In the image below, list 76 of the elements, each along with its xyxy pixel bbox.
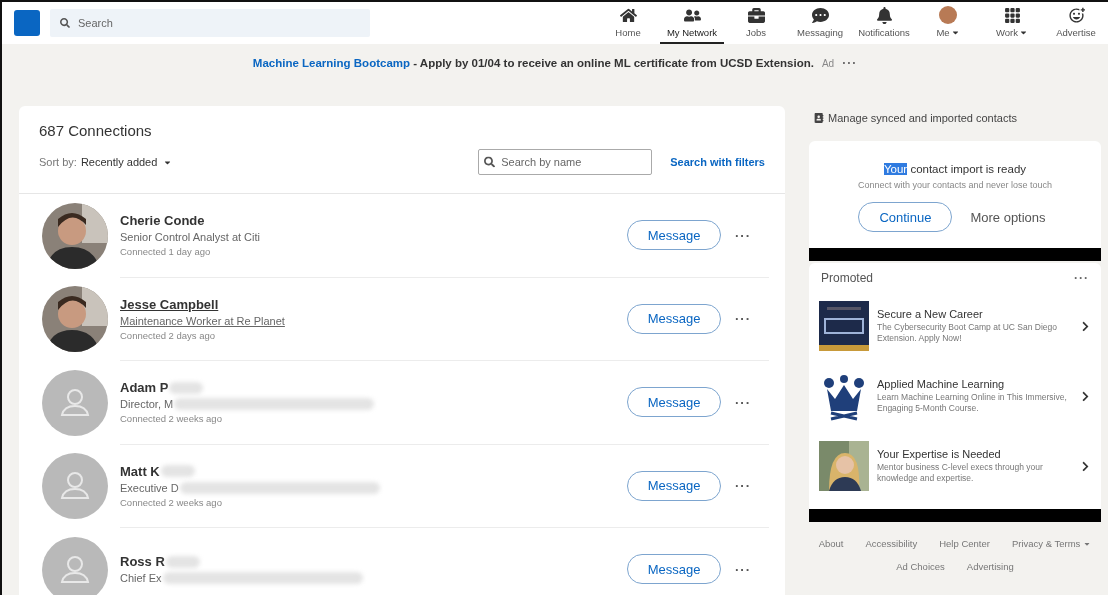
chevron-right-icon[interactable] xyxy=(1080,460,1091,472)
message-button[interactable]: Message xyxy=(627,303,721,334)
search-icon xyxy=(60,18,70,28)
footer-link[interactable]: Ad Choices xyxy=(896,561,945,572)
connected-time: Connected 2 days ago xyxy=(120,329,217,341)
name-search-field[interactable]: Search by name xyxy=(478,149,653,175)
nav-item[interactable]: Notifications xyxy=(852,2,916,44)
footer-link[interactable]: Accessibility xyxy=(865,538,918,549)
more-button[interactable]: ··· xyxy=(735,394,751,410)
connected-time: Connected 1 day ago xyxy=(120,246,212,258)
connection-name[interactable]: Matt K xyxy=(120,463,160,479)
footer-link[interactable]: Privacy & Terms xyxy=(1011,538,1092,549)
connected-time: Connected 2 weeks ago xyxy=(120,496,223,508)
promo-title[interactable]: Your Expertise is Needed xyxy=(877,447,1072,460)
connection-headline: Maintenance Worker at Re Planet xyxy=(120,314,285,327)
connection-headline: Director, M xyxy=(120,398,174,411)
promo-title[interactable]: Secure a New Career xyxy=(877,307,1072,320)
default-avatar-icon xyxy=(42,453,108,520)
more-button[interactable]: ··· xyxy=(735,227,751,243)
connection-headline: Chief Ex xyxy=(120,572,162,585)
grid-icon xyxy=(1003,6,1021,24)
nav-item[interactable]: Home xyxy=(596,2,660,44)
message-button[interactable]: Message xyxy=(627,470,721,501)
promo-description: Learn Machine Learning Online in This Immersive, Engaging 5-Month Course. xyxy=(877,391,1068,415)
search-icon xyxy=(484,156,496,168)
default-avatar-icon xyxy=(42,536,108,595)
connections-title: 687 Connections xyxy=(39,122,153,139)
chevron-right-icon[interactable] xyxy=(1080,320,1091,332)
message-button[interactable]: Message xyxy=(627,554,721,585)
ad-label: Ad xyxy=(821,57,835,69)
default-avatar-icon xyxy=(42,369,108,436)
footer-link[interactable]: About xyxy=(818,538,844,549)
search-filters-link[interactable]: Search with filters xyxy=(670,156,765,168)
nav-item[interactable]: Messaging xyxy=(788,2,852,44)
connected-time: Connected 2 weeks ago xyxy=(120,413,223,425)
import-title: Your contact import is ready xyxy=(882,162,1028,175)
book-icon xyxy=(814,113,824,123)
import-subtitle: Connect with your contacts and never lose touch xyxy=(856,180,1054,190)
chevron-right-icon[interactable] xyxy=(1080,390,1091,402)
nav-item[interactable]: Jobs xyxy=(724,2,788,44)
more-button[interactable]: ··· xyxy=(735,561,751,577)
more-button[interactable]: ··· xyxy=(1074,271,1089,285)
message-button[interactable]: Message xyxy=(627,387,721,418)
connection-name[interactable]: Cherie Conde xyxy=(120,213,205,229)
nav-item[interactable]: Me xyxy=(916,2,980,44)
connection-headline: Senior Control Analyst at Citi xyxy=(120,231,260,244)
footer-link[interactable]: Help Center xyxy=(939,538,990,549)
sort-dropdown[interactable]: Recently added xyxy=(76,156,173,168)
more-button[interactable]: ··· xyxy=(842,56,858,70)
briefcase-icon xyxy=(747,6,765,24)
connection-name[interactable]: Adam P xyxy=(120,380,169,396)
bell-icon xyxy=(875,6,893,24)
connection-headline: Executive D xyxy=(120,481,179,494)
connection-name[interactable]: Jesse Campbell xyxy=(120,296,219,312)
ad-link[interactable]: Machine Learning Bootcamp xyxy=(252,57,411,69)
message-button[interactable]: Message xyxy=(627,220,721,251)
search-field[interactable]: Search xyxy=(50,9,370,37)
more-button[interactable]: ··· xyxy=(735,311,751,327)
nav-item[interactable]: Advertise xyxy=(1044,2,1108,44)
promoted-title: Promoted xyxy=(821,271,874,285)
chat-bubble-icon xyxy=(811,6,829,24)
home-icon xyxy=(619,6,637,24)
promo-description: Mentor business C-level execs through your knowledge and expertise. xyxy=(877,461,1044,485)
nav-item[interactable]: Work xyxy=(980,2,1044,44)
nav-item[interactable]: My Network xyxy=(660,2,724,44)
connection-name[interactable]: Ross R xyxy=(120,554,165,570)
footer-link[interactable]: Advertising xyxy=(966,561,1014,572)
avatar-icon xyxy=(939,6,957,24)
more-options-button[interactable]: More options xyxy=(964,202,1052,232)
more-button[interactable]: ··· xyxy=(735,478,751,494)
sort-label: Sort by: xyxy=(39,156,77,168)
manage-contacts-link[interactable]: Manage synced and imported contacts xyxy=(814,110,1101,126)
promo-description: The Cybersecurity Boot Camp at UC San Diego Extension. Apply Now! xyxy=(877,321,1058,345)
ad-banner-text: Machine Learning Bootcamp - Apply by 01/04 to receive an online ML certificate from UCSD Extension. xyxy=(252,57,814,69)
continue-button[interactable]: Continue xyxy=(858,202,953,232)
promo-title[interactable]: Applied Machine Learning xyxy=(877,377,1072,390)
